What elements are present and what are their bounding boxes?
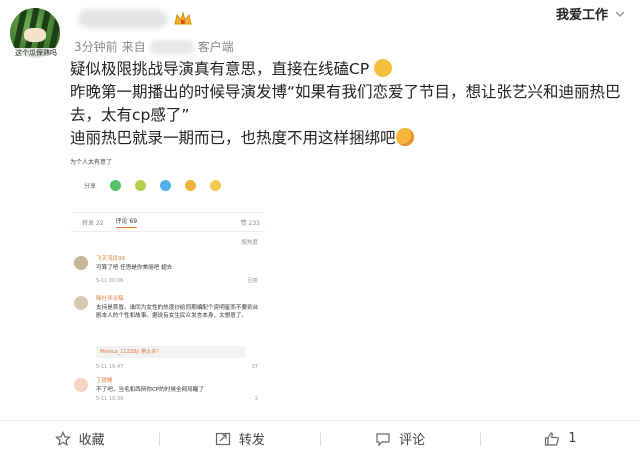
post-line: 疑似极限挑战导演真有意思，直接在线磕CP xyxy=(70,58,626,81)
thumbs-up-icon xyxy=(545,431,560,446)
like-button[interactable]: 1 xyxy=(481,431,640,447)
chevron-down-icon[interactable] xyxy=(614,8,626,20)
comment-button[interactable]: 评论 xyxy=(321,429,480,448)
post-time: 3分钟前 xyxy=(74,40,118,54)
avatar xyxy=(74,378,88,392)
repost-icon xyxy=(215,432,230,445)
action-bar: 收藏 转发 评论 1 xyxy=(0,420,640,456)
qzone-icon xyxy=(210,180,222,191)
tab-like: 赞 233 xyxy=(240,219,260,227)
star-outline-icon xyxy=(54,430,71,446)
watermark: 我爱工作 xyxy=(556,4,626,23)
post-line: 昨晚第一期播出的时候导演发博“如果有我们恋爱了节目，想让张艺兴和迪丽热巴去，太有… xyxy=(70,83,621,124)
post-line: 迪丽热巴就录一期而已，也热度不用这样捆绑吧 xyxy=(70,127,626,150)
comment-label: 评论 xyxy=(399,433,426,448)
sort-hot: 按热度 xyxy=(241,240,258,246)
post-source-label: 来自 xyxy=(121,40,146,54)
moments-icon xyxy=(135,180,147,191)
sort-row: 按热度 xyxy=(70,238,266,246)
screenshot-tabs: 转发 22 评论 69 赞 233 xyxy=(70,212,266,232)
username-blurred[interactable] xyxy=(78,10,168,28)
repost-label: 转发 xyxy=(238,433,265,448)
post-client: 客户端 xyxy=(197,40,234,54)
avatar xyxy=(74,296,88,310)
qq-icon xyxy=(160,180,172,191)
embedded-screenshot[interactable]: 为个人太有意了 分享 转发 22 评论 69 赞 233 按热度 飞天流月99 … xyxy=(70,152,266,414)
repost-button[interactable]: 转发 xyxy=(160,429,319,448)
favorite-button[interactable]: 收藏 xyxy=(0,429,159,448)
screenshot-title: 为个人太有意了 xyxy=(70,159,113,166)
blush-emoji-icon xyxy=(395,128,414,146)
like-count: 1 xyxy=(568,431,577,446)
tab-comment: 评论 69 xyxy=(115,216,138,228)
avatar xyxy=(74,256,88,270)
share-row: 分享 xyxy=(84,180,222,191)
tab-repost: 转发 22 xyxy=(82,219,104,227)
avatar-caption: 这个瓜保熟吗 xyxy=(8,48,64,58)
cat-emoji-icon xyxy=(374,59,393,77)
wechat-icon xyxy=(110,180,122,191)
favorite-label: 收藏 xyxy=(78,433,105,448)
post-body: 疑似极限挑战导演真有意思，直接在线磕CP 昨晚第一期播出的时候导演发博“如果有我… xyxy=(70,58,626,150)
comment-icon xyxy=(376,432,390,446)
star-icon xyxy=(185,180,197,191)
post-source-blurred xyxy=(149,39,194,54)
crown-icon xyxy=(174,11,192,25)
post-meta: 3分钟前 来自 客户端 xyxy=(74,38,234,55)
